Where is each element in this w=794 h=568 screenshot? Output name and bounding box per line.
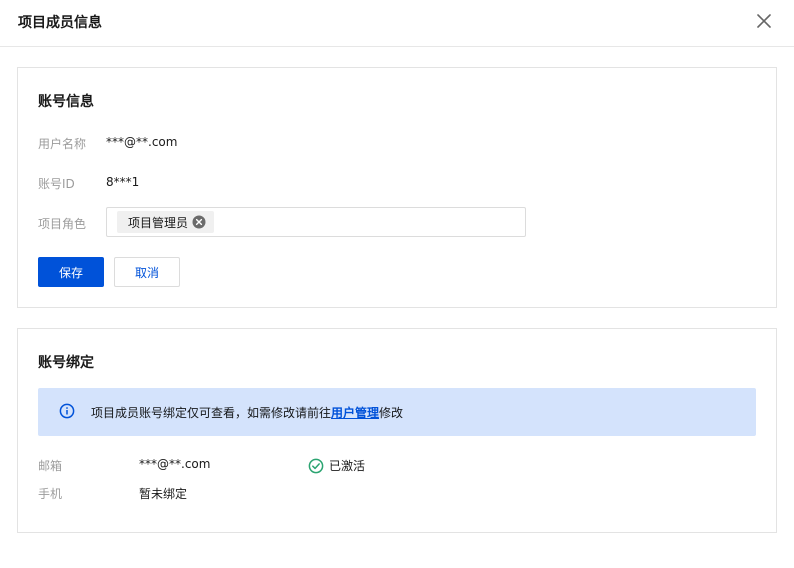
role-label: 项目角色	[38, 217, 87, 231]
email-status-label: 已激活	[329, 459, 366, 473]
cancel-button[interactable]: 取消	[114, 257, 180, 287]
account-binding-card: 账号绑定 项目成员账号绑定仅可查看，如需修改请前往用户管理修改 邮箱 ***@*…	[17, 328, 777, 533]
close-circle-icon[interactable]	[192, 215, 206, 229]
email-value: ***@**.com	[139, 457, 211, 471]
save-button[interactable]: 保存	[38, 257, 104, 287]
email-status: 已激活	[308, 457, 365, 474]
check-circle-icon	[308, 458, 324, 474]
account-binding-title: 账号绑定	[38, 355, 94, 371]
phone-value: 暂未绑定	[139, 487, 188, 501]
notice-text-before: 项目成员账号绑定仅可查看，如需修改请前往	[91, 406, 332, 420]
account-id-value: 8***1	[106, 175, 140, 189]
notice-text: 项目成员账号绑定仅可查看，如需修改请前往用户管理修改	[91, 404, 403, 421]
account-info-card: 账号信息 用户名称 ***@**.com 账号ID 8***1 项目角色 项目管…	[17, 67, 777, 308]
role-tag-label: 项目管理员	[128, 215, 189, 230]
info-icon	[59, 403, 75, 419]
dialog-title: 项目成员信息	[18, 15, 102, 31]
close-icon[interactable]	[753, 10, 775, 32]
role-select[interactable]: 项目管理员	[106, 207, 526, 237]
username-value: ***@**.com	[106, 135, 178, 149]
role-tag: 项目管理员	[117, 211, 215, 233]
info-notice: 项目成员账号绑定仅可查看，如需修改请前往用户管理修改	[38, 388, 756, 436]
account-info-title: 账号信息	[38, 94, 94, 110]
notice-text-after: 修改	[379, 406, 404, 420]
user-management-link[interactable]: 用户管理	[331, 406, 379, 420]
phone-label: 手机	[38, 487, 63, 501]
email-label: 邮箱	[38, 459, 63, 473]
username-label: 用户名称	[38, 137, 87, 151]
dialog-header: 项目成员信息	[0, 0, 794, 47]
account-id-label: 账号ID	[38, 177, 75, 191]
